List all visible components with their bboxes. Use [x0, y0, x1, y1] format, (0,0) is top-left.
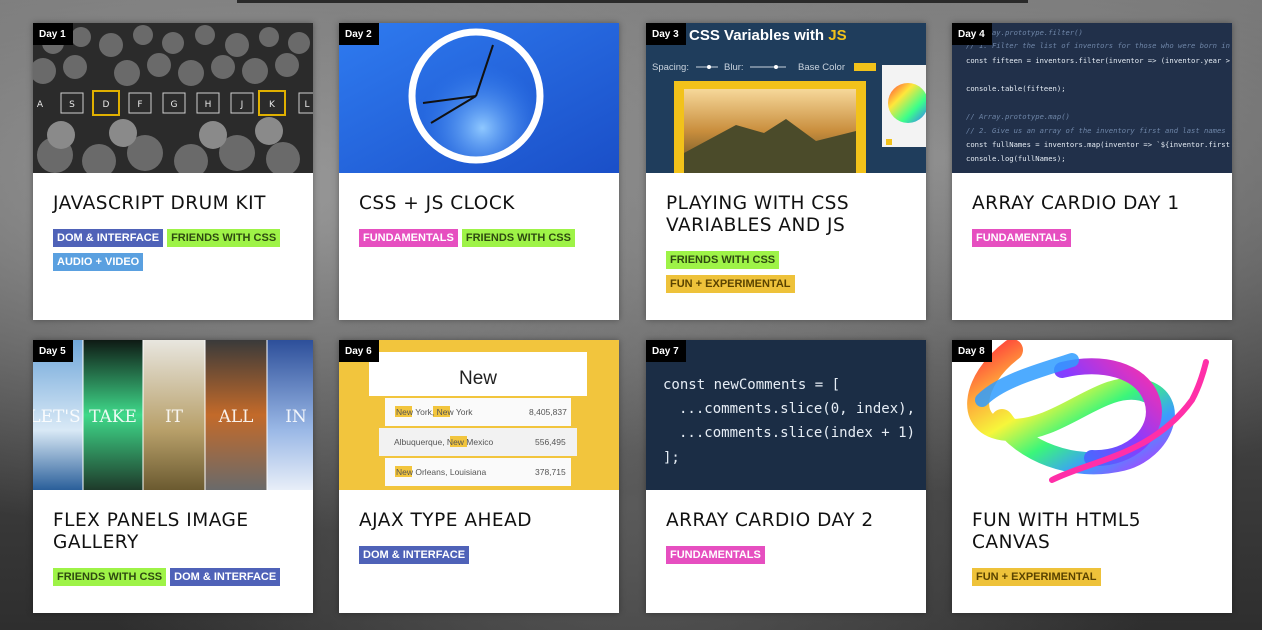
- tag[interactable]: Friends with CSS: [461, 229, 575, 247]
- tag-list: Fun + Experimental: [972, 568, 1214, 586]
- thumb-key: G: [171, 100, 178, 110]
- thumb-text: JS: [828, 27, 846, 44]
- project-card[interactable]: date CSS Variables with JS Spacing: Blur…: [646, 23, 926, 320]
- tag-list: Friends with CSS Fun + Experimental: [666, 251, 908, 293]
- tag[interactable]: DOM & Interface: [53, 229, 164, 247]
- card-title[interactable]: Fun with HTML5 Canvas: [972, 510, 1214, 554]
- day-badge: Day 5: [33, 340, 73, 362]
- day-badge: Day 2: [339, 23, 379, 45]
- project-card[interactable]: A S D F G H J K L Day 1 JavaScript Drum …: [33, 23, 313, 320]
- tag-list: Fundamentals: [666, 546, 908, 564]
- card-title[interactable]: Ajax Type Ahead: [359, 510, 601, 532]
- card-thumbnail: Day 2: [339, 23, 619, 173]
- card-title[interactable]: Array Cardio Day 1: [972, 193, 1214, 215]
- top-bar: [237, 0, 1028, 3]
- thumb-code-line: const newComments = [: [663, 377, 840, 393]
- thumb-text: Blur:: [724, 62, 744, 73]
- thumb-code-line: // 1. Filter the list of inventors for t…: [966, 41, 1230, 50]
- card-thumbnail: LET'S TAKE IT ALL IN Day 5: [33, 340, 313, 490]
- thumb-panel-word: LET'S: [33, 407, 81, 427]
- thumb-key: H: [205, 100, 212, 110]
- thumb-result-city: New Orleans, Louisiana: [396, 467, 487, 477]
- project-card[interactable]: LET'S TAKE IT ALL IN Day 5 Flex Panels I…: [33, 340, 313, 613]
- card-title[interactable]: Array Cardio Day 2: [666, 510, 908, 532]
- tag[interactable]: Friends with CSS: [167, 229, 281, 247]
- tag[interactable]: Friends with CSS: [53, 568, 167, 586]
- tag-list: Fundamentals Friends with CSS: [359, 229, 601, 247]
- thumb-code-line: // 2. Give us an array of the inventory …: [966, 126, 1226, 135]
- card-title[interactable]: CSS + JS Clock: [359, 193, 601, 215]
- thumb-code-line: ];: [663, 450, 680, 466]
- day-badge: Day 3: [646, 23, 686, 45]
- project-card[interactable]: New New York, New York 8,405,837 Albuque…: [339, 340, 619, 613]
- project-card[interactable]: const newComments = [ ...comments.slice(…: [646, 340, 926, 613]
- tag[interactable]: Fundamentals: [666, 546, 765, 564]
- card-thumbnail: // Array.prototype.filter() // 1. Filter…: [952, 23, 1232, 173]
- day-badge: Day 4: [952, 23, 992, 45]
- thumb-result-city: Albuquerque, New Mexico: [394, 437, 493, 447]
- tag[interactable]: Fun + Experimental: [666, 275, 795, 293]
- thumb-panel-word: ALL: [218, 407, 254, 427]
- thumb-code-line: const fifteen = inventors.filter(invento…: [966, 56, 1231, 65]
- day-badge: Day 1: [33, 23, 73, 45]
- card-title[interactable]: JavaScript Drum Kit: [53, 193, 295, 215]
- day-badge: Day 7: [646, 340, 686, 362]
- thumb-text: Base Color: [798, 62, 845, 73]
- thumb-code-line: ...comments.slice(0, index),: [679, 401, 915, 417]
- card-thumbnail: Day 8: [952, 340, 1232, 490]
- thumb-panel-word: IT: [165, 407, 184, 427]
- tag[interactable]: DOM & Interface: [170, 568, 281, 586]
- tag-list: DOM & Interface: [359, 546, 601, 564]
- card-thumbnail: const newComments = [ ...comments.slice(…: [646, 340, 926, 490]
- card-thumbnail: A S D F G H J K L Day 1: [33, 23, 313, 173]
- tag-list: DOM & Interface Friends with CSS Audio +…: [53, 229, 295, 271]
- thumb-key: F: [137, 100, 142, 110]
- project-card[interactable]: // Array.prototype.filter() // 1. Filter…: [952, 23, 1232, 320]
- thumb-key: J: [240, 100, 244, 110]
- tag[interactable]: Fun + Experimental: [972, 568, 1101, 586]
- thumb-panel-word: TAKE: [89, 407, 137, 427]
- thumb-key: S: [69, 100, 75, 110]
- tag-list: Friends with CSS DOM & Interface: [53, 568, 295, 586]
- thumb-code-line: ...comments.slice(index + 1): [679, 425, 915, 441]
- thumb-result-pop: 556,495: [535, 437, 566, 447]
- thumb-code-line: const fullNames = inventors.map(inventor…: [966, 140, 1230, 149]
- project-grid: A S D F G H J K L Day 1 JavaScript Drum …: [33, 23, 1232, 613]
- thumb-panel-word: IN: [285, 407, 307, 427]
- tag[interactable]: Fundamentals: [972, 229, 1071, 247]
- thumb-search-text: New: [459, 368, 497, 389]
- thumb-result-city: New York, New York: [396, 407, 473, 417]
- tag[interactable]: Friends with CSS: [666, 251, 780, 269]
- day-badge: Day 8: [952, 340, 992, 362]
- card-title[interactable]: Flex Panels Image Gallery: [53, 510, 295, 554]
- thumb-key: A: [37, 100, 44, 110]
- tag-list: Fundamentals: [972, 229, 1214, 247]
- card-title[interactable]: Playing with CSS Variables and JS: [666, 193, 908, 237]
- project-card[interactable]: Day 8 Fun with HTML5 Canvas Fun + Experi…: [952, 340, 1232, 613]
- tag[interactable]: Fundamentals: [359, 229, 458, 247]
- thumb-code-line: // Array.prototype.map(): [966, 112, 1070, 121]
- thumb-result-pop: 8,405,837: [529, 407, 567, 417]
- thumb-key: L: [304, 100, 309, 110]
- thumb-key: D: [103, 100, 110, 110]
- tag[interactable]: Audio + Video: [53, 253, 144, 271]
- project-card[interactable]: Day 2 CSS + JS Clock Fundamentals Friend…: [339, 23, 619, 320]
- card-thumbnail: date CSS Variables with JS Spacing: Blur…: [646, 23, 926, 173]
- tag[interactable]: DOM & Interface: [359, 546, 470, 564]
- thumb-result-pop: 378,715: [535, 467, 566, 477]
- thumb-text: Spacing:: [652, 62, 689, 73]
- thumb-code-line: console.table(fifteen);: [966, 84, 1066, 93]
- card-thumbnail: New New York, New York 8,405,837 Albuque…: [339, 340, 619, 490]
- day-badge: Day 6: [339, 340, 379, 362]
- thumb-code-line: console.log(fullNames);: [966, 154, 1066, 163]
